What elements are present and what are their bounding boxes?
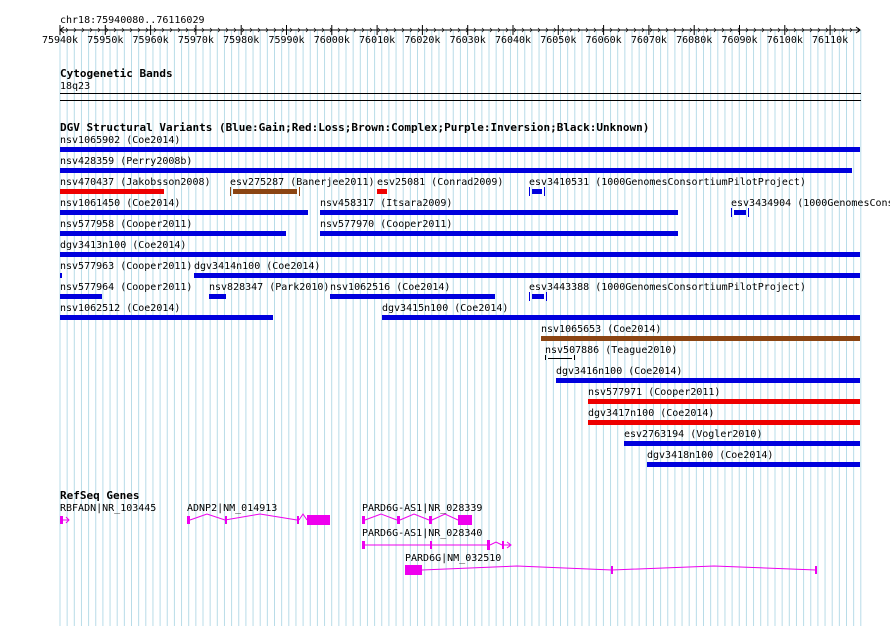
dgv-feature-bar[interactable] bbox=[377, 189, 387, 194]
dgv-feature-bar[interactable] bbox=[209, 294, 226, 299]
cytoband-top-line bbox=[60, 93, 861, 94]
dgv-feature-bar[interactable] bbox=[60, 189, 164, 194]
genome-browser-panel: chr18:75940080..76116029 75940k 75950k 759… bbox=[0, 0, 890, 626]
ruler-tick-label: 75980k bbox=[223, 35, 260, 46]
dgv-feature-label[interactable]: dgv3415n100 (Coe2014) bbox=[382, 303, 508, 314]
dgv-feature-bar[interactable] bbox=[194, 273, 860, 278]
gene-model[interactable] bbox=[362, 540, 512, 550]
ruler-tick-label: 75950k bbox=[87, 35, 124, 46]
location-label: chr18:75940080..76116029 bbox=[60, 15, 205, 26]
dgv-feature-bar[interactable] bbox=[60, 147, 860, 152]
ruler-tick-label: 75970k bbox=[177, 35, 214, 46]
ruler-tick-label: 75960k bbox=[132, 35, 169, 46]
refseq-track-title[interactable]: RefSeq Genes bbox=[60, 490, 139, 502]
dgv-feature-bar[interactable] bbox=[588, 420, 860, 425]
dgv-feature-label[interactable]: nsv1065902 (Coe2014) bbox=[60, 135, 180, 146]
ruler-tick-label: 76000k bbox=[313, 35, 350, 46]
dgv-feature-bar[interactable] bbox=[60, 294, 102, 299]
refseq-gene-label[interactable]: PARD6G|NM_032510 bbox=[405, 553, 501, 564]
ruler-tick-label: 76030k bbox=[449, 35, 486, 46]
dgv-feature-label[interactable]: dgv3418n100 (Coe2014) bbox=[647, 450, 773, 461]
dgv-feature-label[interactable]: nsv577963 (Cooper2011) bbox=[60, 261, 192, 272]
dgv-feature-label[interactable]: esv25081 (Conrad2009) bbox=[377, 177, 503, 188]
cytoband-track-title[interactable]: Cytogenetic Bands bbox=[60, 68, 173, 80]
ruler-tick-label: 76100k bbox=[766, 35, 803, 46]
dgv-feature-bar[interactable] bbox=[60, 252, 860, 257]
dgv-feature-bar[interactable] bbox=[624, 441, 860, 446]
dgv-feature-label[interactable]: nsv577971 (Cooper2011) bbox=[588, 387, 720, 398]
ruler-tick-label: 76070k bbox=[630, 35, 667, 46]
dgv-feature-label[interactable]: nsv470437 (Jakobsson2008) bbox=[60, 177, 211, 188]
ruler-tick-label: 76050k bbox=[540, 35, 577, 46]
dgv-feature-label[interactable]: nsv1061450 (Coe2014) bbox=[60, 198, 180, 209]
ruler-tick-label: 76060k bbox=[585, 35, 622, 46]
dgv-feature-bar[interactable] bbox=[545, 355, 575, 360]
dgv-feature-label[interactable]: nsv828347 (Park2010) bbox=[209, 282, 329, 293]
dgv-track-title[interactable]: DGV Structural Variants (Blue:Gain;Red:L… bbox=[60, 122, 649, 134]
dgv-feature-label[interactable]: dgv3414n100 (Coe2014) bbox=[194, 261, 320, 272]
ruler-tick-label: 76080k bbox=[676, 35, 713, 46]
dgv-feature-bar[interactable] bbox=[60, 231, 286, 236]
refseq-gene-label[interactable]: PARD6G-AS1|NR_028339 bbox=[362, 503, 482, 514]
dgv-feature-label[interactable]: esv3434904 (1000GenomesCons bbox=[731, 198, 890, 209]
ruler-tick-label: 75990k bbox=[268, 35, 305, 46]
cytoband-bottom-line bbox=[60, 100, 861, 101]
dgv-feature-label[interactable]: nsv1062512 (Coe2014) bbox=[60, 303, 180, 314]
gene-model[interactable] bbox=[187, 513, 330, 525]
dgv-feature-label[interactable]: nsv577970 (Cooper2011) bbox=[320, 219, 452, 230]
dgv-feature-bar[interactable] bbox=[731, 208, 749, 217]
dgv-feature-bar[interactable] bbox=[330, 294, 495, 299]
dgv-feature-bar[interactable] bbox=[529, 292, 547, 301]
dgv-feature-bar[interactable] bbox=[647, 462, 860, 467]
dgv-feature-bar[interactable] bbox=[60, 273, 62, 278]
gene-model[interactable] bbox=[405, 565, 817, 575]
dgv-feature-label[interactable]: nsv1062516 (Coe2014) bbox=[330, 282, 450, 293]
cytoband-label: 18q23 bbox=[60, 81, 91, 92]
dgv-feature-bar[interactable] bbox=[320, 210, 678, 215]
ruler-tick-label: 76040k bbox=[494, 35, 532, 46]
dgv-feature-bar[interactable] bbox=[556, 378, 860, 383]
dgv-feature-label[interactable]: esv3410531 (1000GenomesConsortiumPilotPr… bbox=[529, 177, 806, 188]
ruler-tick-label: 75940k bbox=[41, 35, 79, 46]
dgv-feature-bar[interactable] bbox=[60, 210, 308, 215]
dgv-feature-label[interactable]: esv3443388 (1000GenomesConsortiumPilotPr… bbox=[529, 282, 806, 293]
dgv-feature-label[interactable]: nsv428359 (Perry2008b) bbox=[60, 156, 192, 167]
ruler-tick-label: 76010k bbox=[359, 35, 396, 46]
dgv-feature-label[interactable]: nsv1065653 (Coe2014) bbox=[541, 324, 661, 335]
dgv-feature-bar[interactable] bbox=[588, 399, 860, 404]
dgv-feature-label[interactable]: nsv458317 (Itsara2009) bbox=[320, 198, 452, 209]
dgv-feature-bar[interactable] bbox=[230, 187, 300, 196]
dgv-feature-label[interactable]: nsv577958 (Cooper2011) bbox=[60, 219, 192, 230]
refseq-gene-label[interactable]: ADNP2|NM_014913 bbox=[187, 503, 277, 514]
refseq-gene-label[interactable]: PARD6G-AS1|NR_028340 bbox=[362, 528, 482, 539]
dgv-feature-label[interactable]: dgv3417n100 (Coe2014) bbox=[588, 408, 714, 419]
dgv-feature-bar[interactable] bbox=[60, 315, 273, 320]
dgv-feature-label[interactable]: esv2763194 (Vogler2010) bbox=[624, 429, 762, 440]
dgv-feature-bar[interactable] bbox=[541, 336, 860, 341]
dgv-feature-label[interactable]: nsv577964 (Cooper2011) bbox=[60, 282, 192, 293]
refseq-gene-label[interactable]: RBFADN|NR_103445 bbox=[60, 503, 156, 514]
dgv-feature-bar[interactable] bbox=[320, 231, 678, 236]
dgv-feature-label[interactable]: dgv3416n100 (Coe2014) bbox=[556, 366, 682, 377]
ruler-tick-label: 76110k bbox=[812, 35, 849, 46]
dgv-feature-bar[interactable] bbox=[60, 168, 852, 173]
dgv-feature-bar[interactable] bbox=[529, 187, 545, 196]
dgv-feature-label[interactable]: dgv3413n100 (Coe2014) bbox=[60, 240, 186, 251]
ruler-tick-label: 76020k bbox=[404, 35, 441, 46]
ruler-tick-label: 76090k bbox=[721, 35, 758, 46]
dgv-feature-bar[interactable] bbox=[382, 315, 860, 320]
